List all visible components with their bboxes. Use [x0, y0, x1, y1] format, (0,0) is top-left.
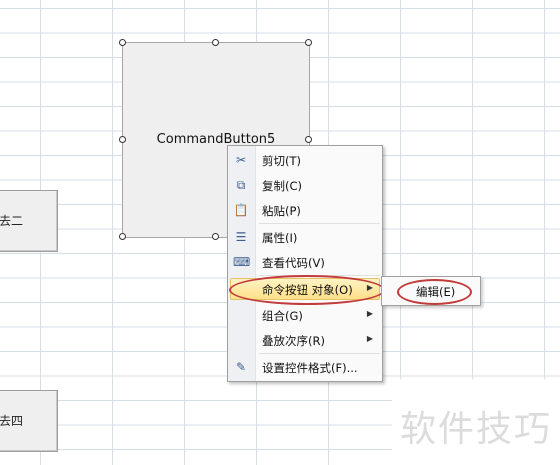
menu-item-copy[interactable]: ⧉ 复制(C) — [228, 173, 382, 197]
menu-item-paste-label: 粘贴(P) — [262, 204, 301, 218]
annotation-ring-menu-item — [229, 275, 385, 305]
resize-handle-bottom-left[interactable] — [119, 233, 126, 240]
sheet-button-4[interactable]: 去四 — [0, 390, 58, 452]
resize-handle-bottom-middle[interactable] — [212, 233, 219, 240]
submenu-arrow-icon: ▶ — [366, 334, 373, 343]
context-menu: ✂ 剪切(T) ⧉ 复制(C) 📋 粘贴(P) ☰ 属性(I) ⌨ 查看代码(V… — [227, 145, 383, 382]
menu-item-view-code[interactable]: ⌨ 查看代码(V) — [228, 250, 382, 274]
menu-item-group-label: 组合(G) — [262, 309, 303, 323]
view-code-icon: ⌨ — [233, 255, 251, 269]
submenu-arrow-icon: ▶ — [366, 309, 373, 318]
menu-item-format-control[interactable]: ✎ 设置控件格式(F)... — [228, 355, 382, 379]
resize-handle-middle-right[interactable] — [305, 136, 312, 143]
paste-icon: 📋 — [233, 203, 249, 217]
menu-item-format-control-label: 设置控件格式(F)... — [262, 361, 358, 375]
scissors-icon: ✂ — [235, 153, 247, 167]
menu-item-view-code-label: 查看代码(V) — [262, 256, 325, 270]
menu-item-order-label: 叠放次序(R) — [262, 334, 325, 348]
sheet-button-4-label: 去四 — [0, 414, 24, 428]
watermark-text: 软件技巧 — [400, 409, 553, 450]
resize-handle-middle-left[interactable] — [119, 136, 126, 143]
menu-item-properties[interactable]: ☰ 属性(I) — [228, 225, 382, 249]
menu-item-order[interactable]: 叠放次序(R) ▶ — [228, 328, 382, 352]
menu-item-properties-label: 属性(I) — [262, 231, 298, 245]
resize-handle-top-right[interactable] — [305, 39, 312, 46]
menu-item-cut[interactable]: ✂ 剪切(T) — [228, 148, 382, 172]
menu-item-group[interactable]: 组合(G) ▶ — [228, 303, 382, 327]
watermark: 软件技巧 — [392, 379, 560, 465]
resize-handle-top-left[interactable] — [119, 39, 126, 46]
menu-item-paste[interactable]: 📋 粘贴(P) — [228, 198, 382, 222]
menu-item-copy-label: 复制(C) — [262, 179, 303, 193]
properties-icon: ☰ — [235, 230, 247, 244]
menu-item-cut-label: 剪切(T) — [262, 154, 301, 168]
menu-separator — [259, 353, 380, 354]
sheet-button-2[interactable]: 去二 — [0, 190, 58, 252]
format-control-icon: ✎ — [235, 360, 247, 374]
copy-icon: ⧉ — [236, 178, 246, 192]
menu-separator — [259, 223, 380, 224]
resize-handle-top-middle[interactable] — [212, 39, 219, 46]
annotation-ring-edit — [397, 279, 472, 305]
sheet-button-2-label: 去二 — [0, 214, 24, 228]
